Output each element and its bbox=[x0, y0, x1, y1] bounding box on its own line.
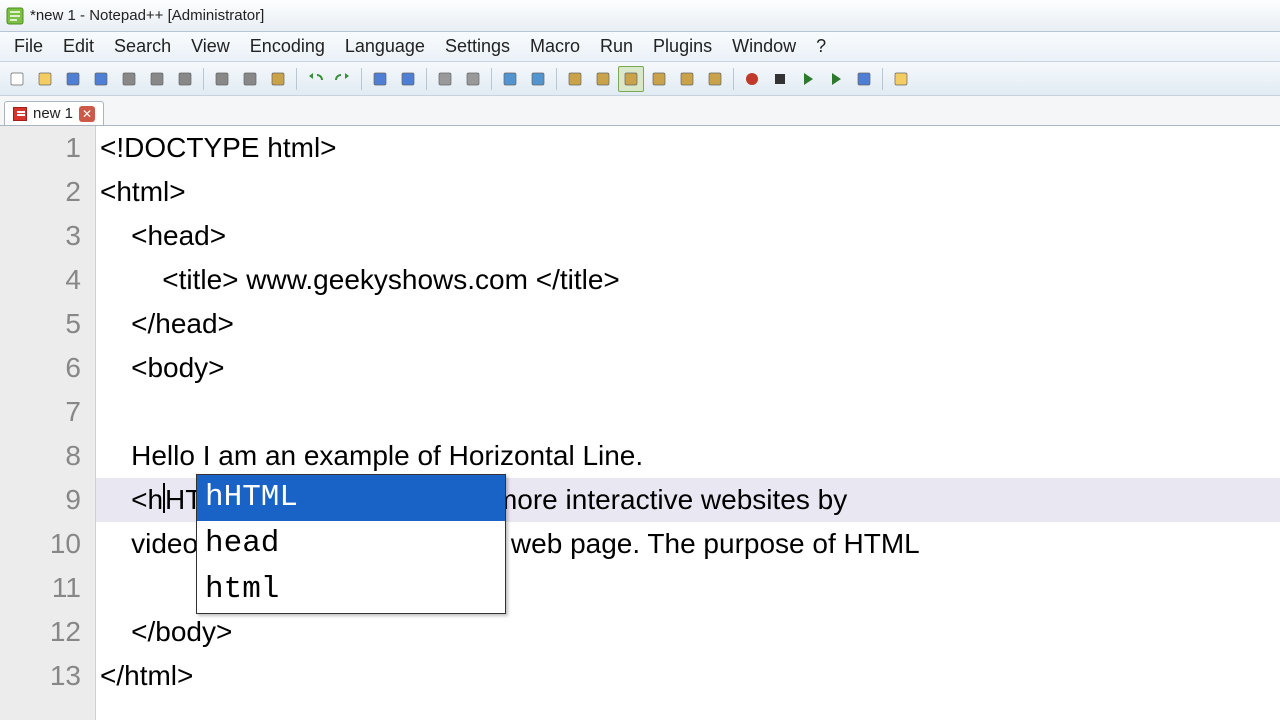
line-number: 3 bbox=[0, 214, 95, 258]
autocomplete-popup[interactable]: hHTML head html bbox=[196, 474, 506, 614]
save-icon[interactable] bbox=[60, 66, 86, 92]
indent-guide-icon[interactable] bbox=[618, 66, 644, 92]
code-line[interactable]: <html> bbox=[96, 170, 1280, 214]
play-multi-icon[interactable] bbox=[823, 66, 849, 92]
stop-macro-icon[interactable] bbox=[767, 66, 793, 92]
code-line[interactable]: Hello I am an example of Horizontal Line… bbox=[96, 434, 1280, 478]
find-icon[interactable] bbox=[367, 66, 393, 92]
editor-area[interactable]: 12345678910111213 <!DOCTYPE html><html> … bbox=[0, 126, 1280, 720]
autocomplete-item-0[interactable]: hHTML bbox=[197, 475, 505, 521]
code-line[interactable]: </body> bbox=[96, 610, 1280, 654]
code-line[interactable]: <title> www.geekyshows.com </title> bbox=[96, 258, 1280, 302]
line-number: 1 bbox=[0, 126, 95, 170]
menu-settings[interactable]: Settings bbox=[435, 33, 520, 60]
code-line[interactable]: <head> bbox=[96, 214, 1280, 258]
open-file-icon[interactable] bbox=[32, 66, 58, 92]
play-macro-icon[interactable] bbox=[795, 66, 821, 92]
close-all-icon[interactable] bbox=[144, 66, 170, 92]
close-icon[interactable] bbox=[116, 66, 142, 92]
folder-icon[interactable] bbox=[888, 66, 914, 92]
window-title: *new 1 - Notepad++ [Administrator] bbox=[30, 7, 264, 24]
copy-icon[interactable] bbox=[237, 66, 263, 92]
sync-v-icon[interactable] bbox=[497, 66, 523, 92]
app-icon bbox=[6, 7, 24, 25]
menu-encoding[interactable]: Encoding bbox=[240, 33, 335, 60]
line-number: 6 bbox=[0, 346, 95, 390]
print-icon[interactable] bbox=[172, 66, 198, 92]
code-line[interactable] bbox=[96, 390, 1280, 434]
toolbar-separator bbox=[296, 68, 297, 90]
toolbar-separator bbox=[361, 68, 362, 90]
doc-map-icon[interactable] bbox=[674, 66, 700, 92]
sync-h-icon[interactable] bbox=[525, 66, 551, 92]
toolbar-separator bbox=[426, 68, 427, 90]
menu-run[interactable]: Run bbox=[590, 33, 643, 60]
line-number: 4 bbox=[0, 258, 95, 302]
autocomplete-item-2[interactable]: html bbox=[197, 567, 505, 613]
tab-strip: new 1 ✕ bbox=[0, 96, 1280, 126]
code-line[interactable]: <!DOCTYPE html> bbox=[96, 126, 1280, 170]
func-list-icon[interactable] bbox=[702, 66, 728, 92]
toolbar-separator bbox=[882, 68, 883, 90]
lang-icon[interactable] bbox=[646, 66, 672, 92]
code-content[interactable]: <!DOCTYPE html><html> <head> <title> www… bbox=[96, 126, 1280, 720]
toolbar-separator bbox=[556, 68, 557, 90]
menu-help[interactable]: ? bbox=[806, 33, 836, 60]
title-bar: *new 1 - Notepad++ [Administrator] bbox=[0, 0, 1280, 32]
undo-icon[interactable] bbox=[302, 66, 328, 92]
menu-plugins[interactable]: Plugins bbox=[643, 33, 722, 60]
zoom-out-icon[interactable] bbox=[460, 66, 486, 92]
menu-language[interactable]: Language bbox=[335, 33, 435, 60]
menu-view[interactable]: View bbox=[181, 33, 240, 60]
toolbar-separator bbox=[491, 68, 492, 90]
replace-icon[interactable] bbox=[395, 66, 421, 92]
line-number: 11 bbox=[0, 566, 95, 610]
tab-close-button[interactable]: ✕ bbox=[79, 106, 95, 122]
file-modified-icon bbox=[13, 107, 27, 121]
code-line[interactable]: </html> bbox=[96, 654, 1280, 698]
text-caret bbox=[163, 483, 165, 513]
menu-macro[interactable]: Macro bbox=[520, 33, 590, 60]
code-line[interactable]: <body> bbox=[96, 346, 1280, 390]
cut-icon[interactable] bbox=[209, 66, 235, 92]
zoom-in-icon[interactable] bbox=[432, 66, 458, 92]
toolbar-separator bbox=[203, 68, 204, 90]
line-number: 8 bbox=[0, 434, 95, 478]
line-number: 2 bbox=[0, 170, 95, 214]
line-number-gutter: 12345678910111213 bbox=[0, 126, 96, 720]
save-all-icon[interactable] bbox=[88, 66, 114, 92]
code-line[interactable]: </head> bbox=[96, 302, 1280, 346]
menu-file[interactable]: File bbox=[4, 33, 53, 60]
redo-icon[interactable] bbox=[330, 66, 356, 92]
line-number: 9 bbox=[0, 478, 95, 522]
toolbar bbox=[0, 62, 1280, 96]
record-macro-icon[interactable] bbox=[739, 66, 765, 92]
menu-window[interactable]: Window bbox=[722, 33, 806, 60]
line-number: 12 bbox=[0, 610, 95, 654]
show-all-icon[interactable] bbox=[590, 66, 616, 92]
line-number: 13 bbox=[0, 654, 95, 698]
menu-bar: File Edit Search View Encoding Language … bbox=[0, 32, 1280, 62]
paste-icon[interactable] bbox=[265, 66, 291, 92]
menu-search[interactable]: Search bbox=[104, 33, 181, 60]
tab-label: new 1 bbox=[33, 105, 73, 122]
toolbar-separator bbox=[733, 68, 734, 90]
line-number: 10 bbox=[0, 522, 95, 566]
menu-edit[interactable]: Edit bbox=[53, 33, 104, 60]
save-macro-icon[interactable] bbox=[851, 66, 877, 92]
autocomplete-item-1[interactable]: head bbox=[197, 521, 505, 567]
line-number: 5 bbox=[0, 302, 95, 346]
new-file-icon[interactable] bbox=[4, 66, 30, 92]
wrap-icon[interactable] bbox=[562, 66, 588, 92]
line-number: 7 bbox=[0, 390, 95, 434]
tab-new-1[interactable]: new 1 ✕ bbox=[4, 101, 104, 125]
